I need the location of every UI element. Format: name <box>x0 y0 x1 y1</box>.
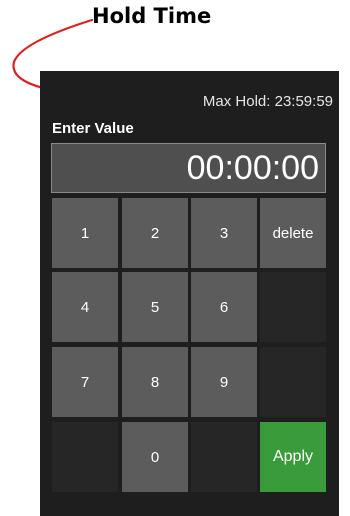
blank-key <box>260 347 326 417</box>
blank-key <box>191 422 257 492</box>
key-5-button[interactable]: 5 <box>122 272 188 342</box>
key-9-button[interactable]: 9 <box>191 347 257 417</box>
key-4-button[interactable]: 4 <box>52 272 118 342</box>
value-display[interactable]: 00:00:00 <box>51 143 326 193</box>
key-2-button[interactable]: 2 <box>122 198 188 268</box>
key-7-button[interactable]: 7 <box>52 347 118 417</box>
key-0-button[interactable]: 0 <box>122 422 188 492</box>
delete-button[interactable]: delete <box>260 198 326 268</box>
annotation-title: Hold Time <box>92 4 212 28</box>
stage: Hold Time Max Hold: 23:59:59 Enter Value… <box>0 0 350 516</box>
key-1-button[interactable]: 1 <box>52 198 118 268</box>
enter-value-label: Enter Value <box>52 120 134 137</box>
apply-button[interactable]: Apply <box>260 422 326 492</box>
blank-key <box>52 422 118 492</box>
max-hold-label: Max Hold: 23:59:59 <box>202 93 333 110</box>
blank-key <box>260 272 326 342</box>
key-3-button[interactable]: 3 <box>191 198 257 268</box>
key-6-button[interactable]: 6 <box>191 272 257 342</box>
keypad-panel: Max Hold: 23:59:59 Enter Value 00:00:00 … <box>40 71 339 516</box>
key-8-button[interactable]: 8 <box>122 347 188 417</box>
